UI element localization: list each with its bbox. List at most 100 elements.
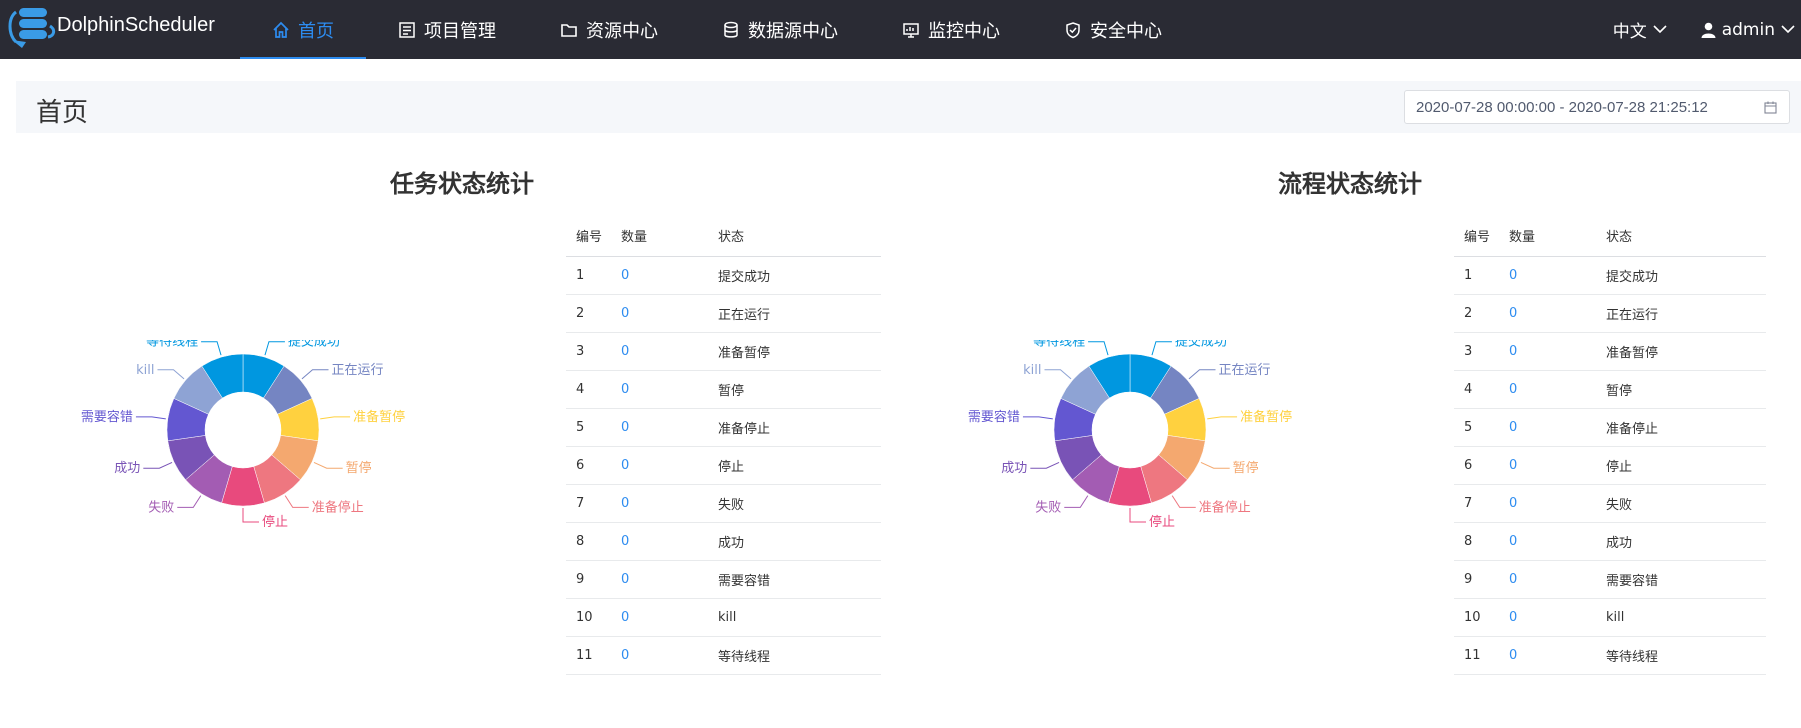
donut-leader-line [1064, 495, 1089, 508]
donut-leader-line [135, 416, 166, 420]
row-count[interactable]: 0 [1499, 332, 1596, 371]
row-count[interactable]: 0 [1499, 294, 1596, 333]
row-count[interactable]: 0 [611, 598, 708, 637]
nav-datasource-label: 数据源中心 [748, 20, 838, 42]
row-status: 停止 [708, 446, 881, 485]
donut-label: 准备停止 [1199, 499, 1251, 515]
process-stats-table: 编号 数量 状态 1 0 提交成功 2 0 正在运行 3 0 准备暂停 4 0 暂停 5 0 准备停止 6 0 停… [1454, 215, 1766, 675]
donut-label: 失败 [148, 500, 174, 515]
top-navbar: DolphinScheduler 首页 项目管理 资源中心 数据源中心 监控中心… [0, 0, 1801, 59]
row-status: 准备暂停 [708, 332, 881, 371]
row-count[interactable]: 0 [611, 256, 708, 295]
nav-security[interactable]: 安全中心 [1032, 0, 1194, 59]
row-count[interactable]: 0 [1499, 446, 1596, 485]
row-id: 2 [1454, 294, 1499, 333]
row-status: 正在运行 [1596, 294, 1766, 333]
table-row: 8 0 成功 [1454, 522, 1766, 561]
row-id: 6 [1454, 446, 1499, 485]
donut-label: 准备停止 [312, 499, 364, 515]
row-count[interactable]: 0 [611, 522, 708, 561]
row-status: 准备暂停 [1596, 332, 1766, 371]
row-count[interactable]: 0 [1499, 256, 1596, 295]
row-count[interactable]: 0 [1499, 522, 1596, 561]
col-count-header: 数量 [1499, 215, 1596, 257]
brand-name[interactable]: DolphinScheduler [57, 14, 215, 37]
table-row: 6 0 停止 [566, 446, 881, 485]
row-status: 等待线程 [708, 636, 881, 675]
table-row: 6 0 停止 [1454, 446, 1766, 485]
row-status: 失败 [708, 484, 881, 523]
nav-security-label: 安全中心 [1090, 20, 1162, 42]
process-status-donut-chart: 提交成功正在运行准备暂停暂停准备停止停止 失败 成功 需要容错 kill 等待线程 [968, 340, 1292, 530]
page-title: 首页 [36, 98, 89, 128]
row-count[interactable]: 0 [1499, 370, 1596, 409]
donut-leader-line [1151, 341, 1172, 356]
row-id: 4 [566, 370, 611, 409]
calendar-icon[interactable] [1764, 101, 1777, 114]
row-count[interactable]: 0 [1499, 598, 1596, 637]
row-id: 8 [566, 522, 611, 561]
row-count[interactable]: 0 [1499, 484, 1596, 523]
row-status: kill [1596, 598, 1766, 637]
row-status: 成功 [1596, 522, 1766, 561]
row-status: 需要容错 [708, 560, 881, 599]
nav-datasource[interactable]: 数据源中心 [690, 0, 870, 59]
row-id: 3 [566, 332, 611, 371]
table-row: 10 0 kill [566, 598, 881, 637]
table-row: 7 0 失败 [566, 484, 881, 523]
nav-resources-label: 资源中心 [586, 20, 658, 42]
row-status: 暂停 [708, 370, 881, 409]
chevron-down-icon [1653, 25, 1667, 34]
donut-label: 需要容错 [968, 409, 1020, 425]
row-id: 3 [1454, 332, 1499, 371]
row-id: 4 [1454, 370, 1499, 409]
row-count[interactable]: 0 [611, 294, 708, 333]
donut-label: 等待线程 [1033, 340, 1085, 350]
project-icon [399, 21, 415, 38]
process-stats-title: 流程状态统计 [1278, 170, 1422, 198]
donut-leader-line [143, 461, 173, 469]
row-count[interactable]: 0 [1499, 636, 1596, 675]
donut-leader-line [1022, 416, 1053, 420]
table-row: 1 0 提交成功 [566, 256, 881, 295]
donut-leader-line [1207, 416, 1238, 420]
nav-monitor[interactable]: 监控中心 [870, 0, 1032, 59]
donut-leader-line [1129, 508, 1146, 523]
row-count[interactable]: 0 [611, 370, 708, 409]
date-range-picker[interactable]: 2020-07-28 00:00:00 - 2020-07-28 21:25:1… [1404, 90, 1790, 124]
donut-leader-line [1188, 369, 1216, 380]
row-count[interactable]: 0 [1499, 560, 1596, 599]
donut-leader-line [1200, 461, 1230, 469]
table-row: 2 0 正在运行 [1454, 294, 1766, 333]
col-status-header: 状态 [708, 215, 881, 257]
row-count[interactable]: 0 [1499, 408, 1596, 447]
table-row: 10 0 kill [1454, 598, 1766, 637]
table-row: 5 0 准备停止 [1454, 408, 1766, 447]
donut-label: 停止 [1149, 514, 1175, 530]
nav-home[interactable]: 首页 [240, 0, 366, 59]
row-status: 需要容错 [1596, 560, 1766, 599]
row-count[interactable]: 0 [611, 446, 708, 485]
row-id: 9 [1454, 560, 1499, 599]
donut-leader-line [301, 369, 329, 380]
row-status: kill [708, 598, 881, 637]
row-count[interactable]: 0 [611, 332, 708, 371]
row-id: 10 [1454, 598, 1499, 637]
nav-projects[interactable]: 项目管理 [366, 0, 528, 59]
user-menu[interactable]: admin [1701, 20, 1801, 40]
user-icon [1701, 22, 1716, 38]
nav-resources[interactable]: 资源中心 [528, 0, 690, 59]
row-count[interactable]: 0 [611, 560, 708, 599]
row-id: 11 [566, 636, 611, 675]
row-id: 2 [566, 294, 611, 333]
donut-label: 正在运行 [332, 363, 384, 378]
donut-label: 暂停 [1233, 460, 1259, 476]
language-selector[interactable]: 中文 [1613, 17, 1667, 42]
row-count[interactable]: 0 [611, 408, 708, 447]
page-header: 首页 2020-07-28 00:00:00 - 2020-07-28 21:2… [16, 81, 1801, 133]
table-row: 11 0 等待线程 [1454, 636, 1766, 675]
row-count[interactable]: 0 [611, 484, 708, 523]
dolphinscheduler-logo-icon[interactable] [6, 4, 56, 50]
row-count[interactable]: 0 [611, 636, 708, 675]
folder-icon [561, 23, 577, 37]
